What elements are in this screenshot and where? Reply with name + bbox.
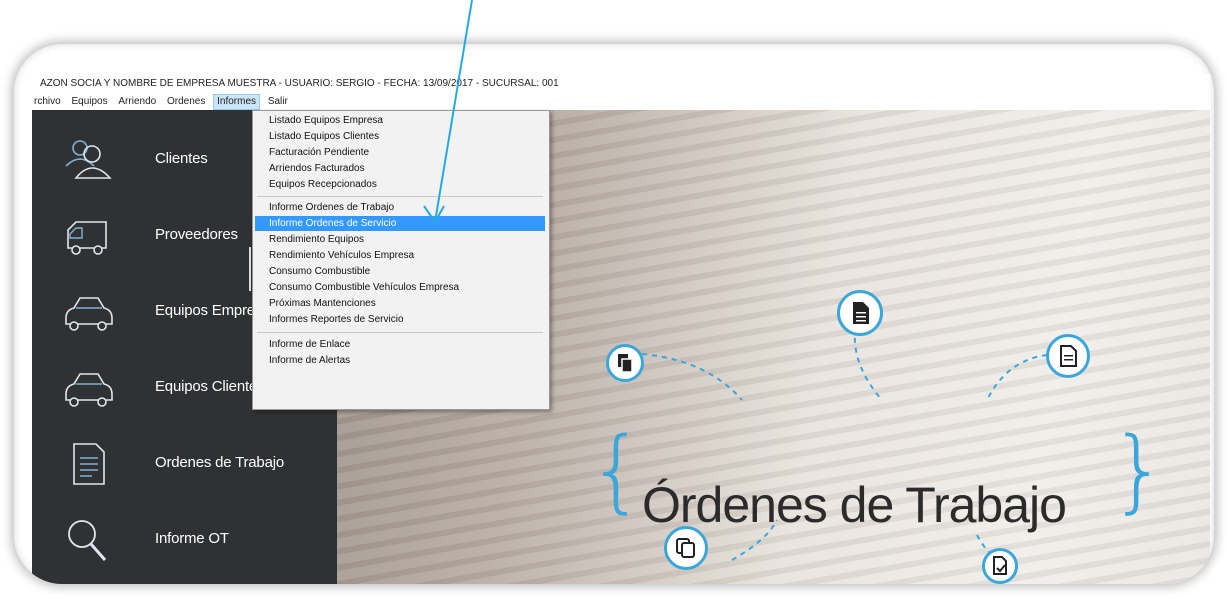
document-outline-icon — [1046, 334, 1090, 378]
document-icon — [73, 443, 105, 485]
menu-archivo[interactable]: rchivo — [32, 94, 64, 110]
car-icon — [65, 373, 113, 407]
menu-item-informe-ordenes-trabajo[interactable]: Informe Ordenes de Trabajo — [255, 200, 545, 215]
sidebar-item-label: Informe OT — [155, 530, 229, 547]
menu-item-rendimiento-vehiculos-empresa[interactable]: Rendimiento Vehículos Empresa — [255, 248, 545, 263]
sidebar-divider — [249, 247, 251, 291]
informes-dropdown-menu: Listado Equipos Empresa Listado Equipos … — [252, 110, 550, 410]
brace-open: { — [588, 418, 646, 523]
banner-title: Órdenes de Trabajo — [642, 477, 1067, 533]
menu-informes[interactable]: Informes — [213, 94, 261, 110]
sidebar-item-label: Proveedores — [155, 226, 238, 243]
car-icon — [65, 297, 113, 331]
sidebar-item-label: Ordenes de Trabajo — [155, 454, 284, 471]
document-check-icon — [982, 548, 1018, 584]
sidebar-item-ordenes-trabajo[interactable]: Ordenes de Trabajo — [32, 426, 337, 502]
sidebar-item-label: Equipos Cliente — [155, 378, 258, 395]
menu-item-listado-equipos-clientes[interactable]: Listado Equipos Clientes — [255, 129, 545, 144]
menu-item-rendimiento-equipos[interactable]: Rendimiento Equipos — [255, 232, 545, 247]
sidebar-item-label: Equipos Empre — [155, 302, 255, 319]
menu-item-informe-enlace[interactable]: Informe de Enlace — [255, 337, 545, 352]
menu-item-informes-reportes-servicio[interactable]: Informes Reportes de Servicio — [255, 312, 545, 327]
menu-equipos[interactable]: Equipos — [68, 94, 110, 110]
menu-item-listado-equipos-empresa[interactable]: Listado Equipos Empresa — [255, 113, 545, 128]
screenshot-frame: AZON SOCIA Y NOMBRE DE EMPRESA MUESTRA -… — [14, 44, 1214, 584]
menu-item-proximas-mantenciones[interactable]: Próximas Mantenciones — [255, 296, 545, 311]
sidebar-item-label: Clientes — [155, 150, 208, 167]
menu-salir[interactable]: Salir — [265, 94, 291, 110]
menu-arriendo[interactable]: Arriendo — [115, 94, 159, 110]
menu-ordenes[interactable]: Ordenes — [164, 94, 208, 110]
users-icon — [65, 140, 112, 179]
magnifier-icon — [68, 520, 107, 561]
app-window: AZON SOCIA Y NOMBRE DE EMPRESA MUESTRA -… — [32, 74, 1210, 584]
menu-item-consumo-combustible[interactable]: Consumo Combustible — [255, 264, 545, 279]
truck-icon — [67, 221, 107, 255]
sidebar-item-informe-ot[interactable]: Informe OT — [32, 502, 337, 578]
menu-item-informe-alertas[interactable]: Informe de Alertas — [255, 353, 545, 368]
menu-item-equipos-recepcionados[interactable]: Equipos Recepcionados — [255, 177, 545, 192]
brace-close: } — [1110, 418, 1168, 523]
dashed-connector — [641, 353, 743, 401]
menu-separator — [257, 332, 543, 333]
menu-item-facturacion-pendiente[interactable]: Facturación Pendiente — [255, 145, 545, 160]
menu-bar: rchivo Equipos Arriendo Ordenes Informes… — [32, 94, 1210, 110]
menu-item-informe-ordenes-servicio[interactable]: Informe Ordenes de Servicio — [255, 216, 545, 231]
menu-item-consumo-combustible-vehiculos[interactable]: Consumo Combustible Vehículos Empresa — [255, 280, 545, 295]
menu-separator — [257, 196, 543, 197]
window-title: AZON SOCIA Y NOMBRE DE EMPRESA MUESTRA -… — [32, 74, 1210, 94]
copy-docs-icon — [606, 344, 644, 382]
dashed-connector — [986, 354, 1048, 401]
document-icon — [837, 290, 883, 336]
menu-item-arriendos-facturados[interactable]: Arriendos Facturados — [255, 161, 545, 176]
